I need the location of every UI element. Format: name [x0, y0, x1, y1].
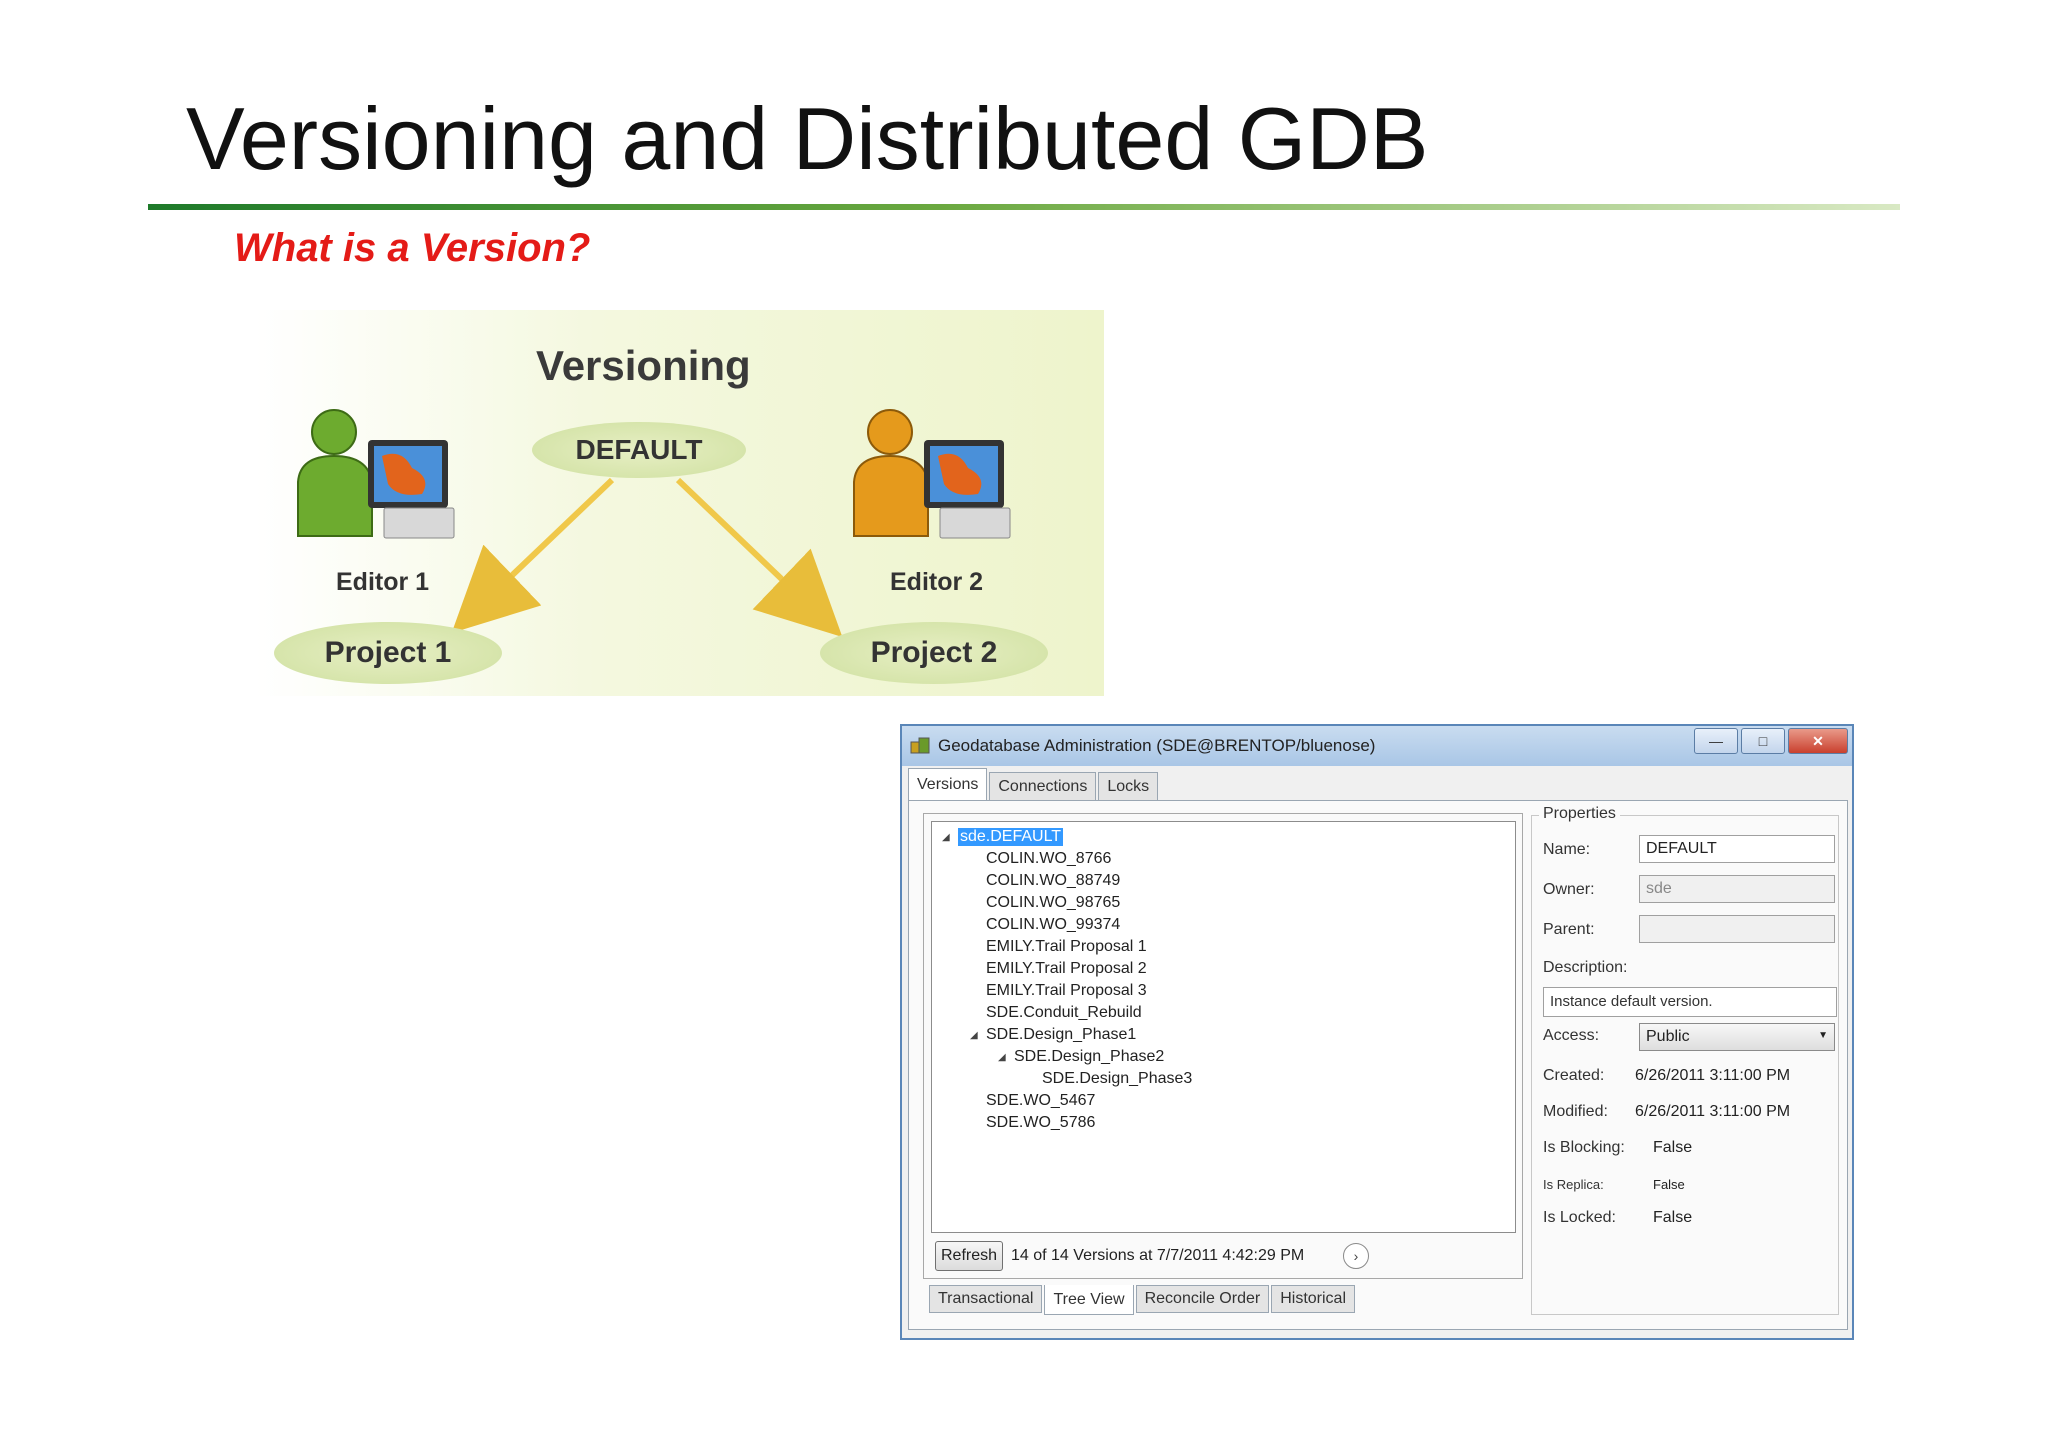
- tab-tree-view[interactable]: Tree View: [1044, 1285, 1134, 1315]
- versions-panel: ◢ sde.DEFAULT COLIN.WO_8766 COLIN.WO_887…: [908, 800, 1848, 1330]
- tree-item-root[interactable]: sde.DEFAULT: [958, 828, 1064, 846]
- access-value: Public: [1646, 1028, 1690, 1045]
- arrow-default-to-project1: [451, 477, 615, 633]
- default-version-ellipse: DEFAULT: [532, 422, 746, 478]
- slide-subtitle: What is a Version?: [234, 226, 591, 270]
- access-label: Access:: [1543, 1027, 1600, 1044]
- chevron-right-icon[interactable]: ›: [1343, 1243, 1369, 1269]
- modified-value: 6/26/2011 3:11:00 PM: [1635, 1103, 1791, 1120]
- tree-item[interactable]: SDE.Conduit_Rebuild: [986, 1004, 1142, 1022]
- tree-item[interactable]: COLIN.WO_98765: [986, 894, 1120, 912]
- blocking-value: False: [1653, 1139, 1693, 1156]
- locked-label: Is Locked:: [1543, 1209, 1616, 1226]
- slide-title: Versioning and Distributed GDB: [186, 89, 1429, 188]
- dialog-titlebar[interactable]: Geodatabase Administration (SDE@BRENTOP/…: [902, 726, 1852, 766]
- default-version-label: DEFAULT: [575, 434, 703, 465]
- tab-locks[interactable]: Locks: [1098, 772, 1159, 800]
- project2-ellipse: Project 2: [820, 622, 1048, 684]
- geodatabase-admin-dialog: Geodatabase Administration (SDE@BRENTOP/…: [900, 724, 1854, 1340]
- name-label: Name:: [1543, 841, 1591, 858]
- editor2-label: Editor 2: [890, 568, 984, 596]
- project1-label: Project 1: [324, 636, 452, 669]
- collapse-toggle-icon[interactable]: ◢: [998, 1052, 1006, 1063]
- tree-item[interactable]: SDE.Design_Phase3: [1042, 1070, 1192, 1088]
- parent-label: Parent:: [1543, 921, 1595, 938]
- tab-versions[interactable]: Versions: [908, 768, 988, 800]
- tab-transactional[interactable]: Transactional: [929, 1285, 1043, 1313]
- parent-field: [1639, 915, 1835, 943]
- versioning-diagram: Versioning DEFAULT Editor 1 Editor 2 Pro…: [256, 310, 1104, 696]
- tab-historical[interactable]: Historical: [1271, 1285, 1355, 1313]
- owner-field: sde: [1639, 875, 1835, 903]
- tree-item[interactable]: EMILY.Trail Proposal 1: [986, 938, 1147, 956]
- close-button[interactable]: ✕: [1788, 728, 1848, 754]
- tree-item[interactable]: COLIN.WO_8766: [986, 850, 1111, 868]
- view-tabs: Transactional Tree View Reconcile Order …: [929, 1285, 1357, 1315]
- tree-item[interactable]: COLIN.WO_88749: [986, 872, 1120, 890]
- project2-label: Project 2: [870, 636, 998, 669]
- dialog-tabs: Versions Connections Locks: [908, 768, 1160, 800]
- minimize-button[interactable]: —: [1694, 728, 1738, 754]
- tree-item[interactable]: SDE.Design_Phase2: [1014, 1048, 1164, 1066]
- tree-item[interactable]: SDE.Design_Phase1: [986, 1026, 1136, 1044]
- project1-ellipse: Project 1: [274, 622, 502, 684]
- tab-reconcile-order[interactable]: Reconcile Order: [1135, 1285, 1270, 1313]
- dialog-title: Geodatabase Administration (SDE@BRENTOP/…: [938, 736, 1376, 755]
- name-field[interactable]: DEFAULT: [1639, 835, 1835, 863]
- created-label: Created:: [1543, 1067, 1605, 1084]
- modified-label: Modified:: [1543, 1103, 1608, 1120]
- tree-item[interactable]: EMILY.Trail Proposal 3: [986, 982, 1147, 1000]
- tree-item[interactable]: EMILY.Trail Proposal 2: [986, 960, 1147, 978]
- replica-value: False: [1653, 1177, 1685, 1192]
- refresh-button[interactable]: Refresh: [935, 1241, 1003, 1271]
- tab-connections[interactable]: Connections: [989, 772, 1097, 800]
- collapse-toggle-icon[interactable]: ◢: [942, 832, 950, 843]
- locked-value: False: [1653, 1209, 1693, 1226]
- editor2-icon: [853, 409, 1011, 539]
- tree-item[interactable]: SDE.WO_5467: [986, 1092, 1095, 1110]
- title-divider: [148, 204, 1900, 210]
- created-value: 6/26/2011 3:11:00 PM: [1635, 1067, 1791, 1084]
- tree-item[interactable]: SDE.WO_5786: [986, 1114, 1095, 1132]
- dropdown-arrow-icon: ▼: [1818, 1030, 1828, 1041]
- blocking-label: Is Blocking:: [1543, 1139, 1625, 1156]
- version-tree[interactable]: ◢ sde.DEFAULT COLIN.WO_8766 COLIN.WO_887…: [931, 821, 1516, 1233]
- collapse-toggle-icon[interactable]: ◢: [970, 1030, 978, 1041]
- access-select[interactable]: Public ▼: [1639, 1023, 1835, 1051]
- description-label: Description:: [1543, 959, 1628, 976]
- tree-item[interactable]: COLIN.WO_99374: [986, 916, 1120, 934]
- editor1-label: Editor 1: [336, 568, 430, 596]
- version-count-status: 14 of 14 Versions at 7/7/2011 4:42:29 PM: [1011, 1247, 1305, 1264]
- editor1-icon: [297, 409, 455, 539]
- owner-label: Owner:: [1543, 881, 1595, 898]
- description-field[interactable]: Instance default version.: [1543, 987, 1837, 1017]
- properties-legend: Properties: [1539, 805, 1620, 823]
- replica-label: Is Replica:: [1543, 1177, 1604, 1192]
- maximize-button[interactable]: □: [1741, 728, 1785, 754]
- arrow-default-to-project2: [675, 477, 843, 638]
- geodatabase-app-icon: [910, 737, 930, 754]
